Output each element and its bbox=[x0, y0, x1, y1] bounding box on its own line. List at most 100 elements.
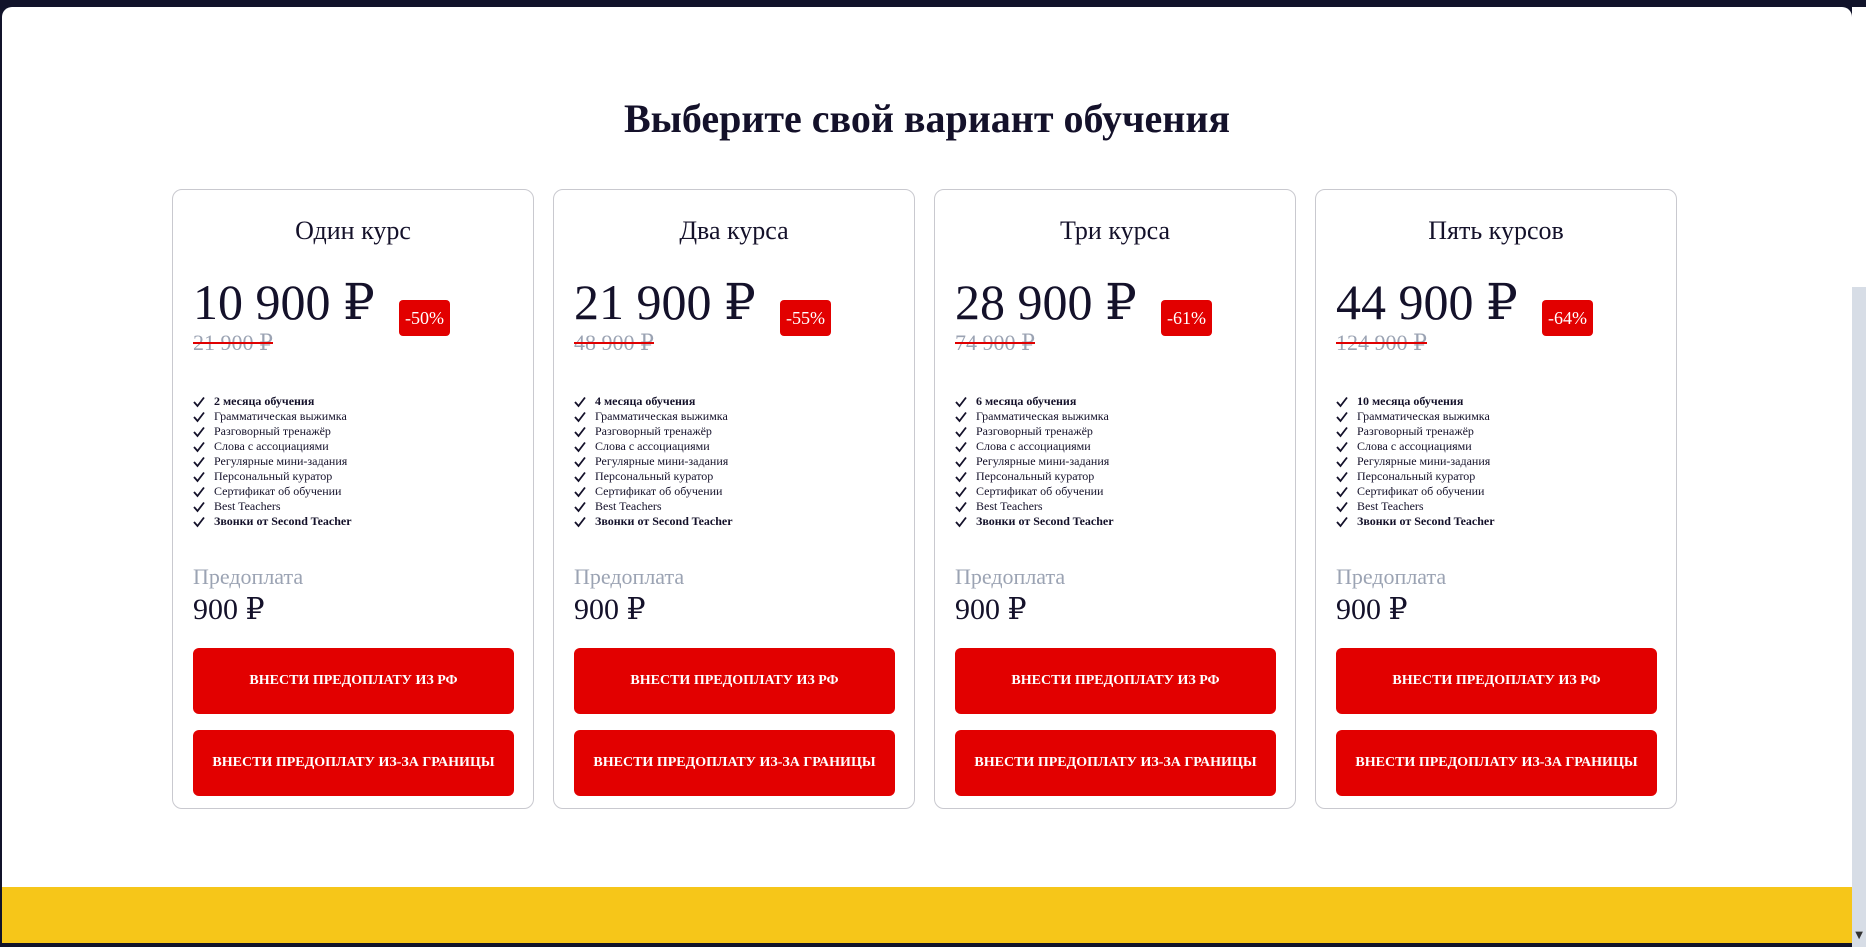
chevron-down-icon[interactable]: ▼ bbox=[1855, 931, 1863, 941]
feature-text: Персональный куратор bbox=[214, 469, 333, 483]
prepay-abroad-button[interactable]: ВНЕСТИ ПРЕДОПЛАТУ ИЗ-ЗА ГРАНИЦЫ bbox=[1336, 730, 1657, 796]
check-icon bbox=[1336, 456, 1348, 467]
feature-text: Best Teachers bbox=[595, 499, 662, 513]
plan-old-price: 74 900 ₽ bbox=[955, 330, 1035, 355]
feature-text: Разговорный тренажёр bbox=[976, 424, 1093, 438]
feature-text: Best Teachers bbox=[976, 499, 1043, 513]
check-icon bbox=[955, 441, 967, 452]
check-icon bbox=[193, 486, 205, 497]
feature-text: Звонки от Second Teacher bbox=[595, 514, 733, 528]
feature-list: 2 месяца обучения Грамматическая выжимка Р… bbox=[193, 394, 352, 529]
check-icon bbox=[574, 471, 586, 482]
plan-title: Один курс bbox=[295, 216, 411, 245]
feature-text: Сертификат об обучении bbox=[595, 484, 723, 498]
prepay-abroad-button[interactable]: ВНЕСТИ ПРЕДОПЛАТУ ИЗ-ЗА ГРАНИЦЫ bbox=[955, 730, 1276, 796]
check-icon bbox=[574, 411, 586, 422]
prepay-label: Предоплата bbox=[1336, 564, 1447, 589]
feature-text: 2 месяца обучения bbox=[214, 394, 315, 408]
feature-item: Регулярные мини-задания bbox=[1336, 454, 1495, 469]
feature-text: Разговорный тренажёр bbox=[595, 424, 712, 438]
feature-item: Best Teachers bbox=[1336, 499, 1495, 514]
feature-item: Персональный куратор bbox=[1336, 469, 1495, 484]
feature-item: Звонки от Second Teacher bbox=[1336, 514, 1495, 529]
scrollbar[interactable]: ▼ bbox=[1852, 7, 1866, 947]
plan-price: 21 900 ₽ bbox=[574, 274, 756, 330]
check-icon bbox=[574, 456, 586, 467]
prepay-label: Предоплата bbox=[193, 564, 304, 589]
feature-item: Best Teachers bbox=[193, 499, 352, 514]
prepay-rf-button[interactable]: ВНЕСТИ ПРЕДОПЛАТУ ИЗ РФ bbox=[1336, 648, 1657, 714]
feature-item: Грамматическая выжимка bbox=[193, 409, 352, 424]
pricing-card: Один курс 10 900 ₽ 21 900 ₽ -50% 2 месяц… bbox=[172, 189, 534, 809]
check-icon bbox=[1336, 486, 1348, 497]
check-icon bbox=[1336, 501, 1348, 512]
feature-list: 10 месяца обучения Грамматическая выжимка… bbox=[1336, 394, 1495, 529]
feature-item: Сертификат об обучении bbox=[1336, 484, 1495, 499]
feature-item: 4 месяца обучения bbox=[574, 394, 733, 409]
feature-item: Персональный куратор bbox=[955, 469, 1114, 484]
prepay-amount: 900 ₽ bbox=[955, 593, 1027, 626]
feature-item: Грамматическая выжимка bbox=[1336, 409, 1495, 424]
feature-text: Регулярные мини-задания bbox=[976, 454, 1110, 468]
pricing-card: Три курса 28 900 ₽ 74 900 ₽ -61% 6 месяц… bbox=[934, 189, 1296, 809]
prepay-amount: 900 ₽ bbox=[193, 593, 265, 626]
discount-badge: -55% bbox=[780, 300, 831, 336]
feature-text: Слова с ассоциациями bbox=[976, 439, 1091, 453]
feature-text: Звонки от Second Teacher bbox=[214, 514, 352, 528]
feature-text: Сертификат об обучении bbox=[1357, 484, 1485, 498]
feature-text: Сертификат об обучении bbox=[976, 484, 1104, 498]
feature-text: 4 месяца обучения bbox=[595, 394, 696, 408]
window-top-bar bbox=[0, 0, 1866, 7]
check-icon bbox=[574, 396, 586, 407]
feature-text: Персональный куратор bbox=[595, 469, 714, 483]
feature-text: Best Teachers bbox=[1357, 499, 1424, 513]
prepay-label: Предоплата bbox=[955, 564, 1066, 589]
prepay-rf-button[interactable]: ВНЕСТИ ПРЕДОПЛАТУ ИЗ РФ bbox=[193, 648, 514, 714]
feature-item: 6 месяца обучения bbox=[955, 394, 1114, 409]
plan-old-price: 21 900 ₽ bbox=[193, 330, 273, 355]
prepay-label: Предоплата bbox=[574, 564, 685, 589]
check-icon bbox=[955, 486, 967, 497]
feature-text: Сертификат об обучении bbox=[214, 484, 342, 498]
check-icon bbox=[1336, 396, 1348, 407]
plan-title: Пять курсов bbox=[1428, 216, 1564, 245]
discount-badge: -61% bbox=[1161, 300, 1212, 336]
feature-item: Разговорный тренажёр bbox=[193, 424, 352, 439]
feature-text: Звонки от Second Teacher bbox=[1357, 514, 1495, 528]
feature-text: Грамматическая выжимка bbox=[1357, 409, 1490, 423]
plan-price: 10 900 ₽ bbox=[193, 274, 375, 330]
feature-text: Грамматическая выжимка bbox=[595, 409, 728, 423]
plan-old-price: 124 900 ₽ bbox=[1336, 330, 1427, 355]
next-section-band bbox=[2, 887, 1852, 943]
plan-price: 28 900 ₽ bbox=[955, 274, 1137, 330]
check-icon bbox=[955, 411, 967, 422]
scrollbar-thumb[interactable] bbox=[1852, 287, 1866, 947]
feature-item: Персональный куратор bbox=[574, 469, 733, 484]
check-icon bbox=[1336, 516, 1348, 527]
feature-item: Регулярные мини-задания bbox=[955, 454, 1114, 469]
feature-text: Best Teachers bbox=[214, 499, 281, 513]
check-icon bbox=[193, 441, 205, 452]
check-icon bbox=[955, 501, 967, 512]
pricing-card: Два курса 21 900 ₽ 48 900 ₽ -55% 4 месяц… bbox=[553, 189, 915, 809]
feature-item: Слова с ассоциациями bbox=[955, 439, 1114, 454]
check-icon bbox=[193, 501, 205, 512]
check-icon bbox=[1336, 426, 1348, 437]
feature-item: Сертификат об обучении bbox=[955, 484, 1114, 499]
check-icon bbox=[574, 486, 586, 497]
feature-text: 10 месяца обучения bbox=[1357, 394, 1464, 408]
pricing-card: Пять курсов 44 900 ₽ 124 900 ₽ -64% 10 м… bbox=[1315, 189, 1677, 809]
prepay-abroad-button[interactable]: ВНЕСТИ ПРЕДОПЛАТУ ИЗ-ЗА ГРАНИЦЫ bbox=[193, 730, 514, 796]
prepay-abroad-button[interactable]: ВНЕСТИ ПРЕДОПЛАТУ ИЗ-ЗА ГРАНИЦЫ bbox=[574, 730, 895, 796]
feature-item: Сертификат об обучении bbox=[574, 484, 733, 499]
check-icon bbox=[574, 501, 586, 512]
feature-item: Грамматическая выжимка bbox=[574, 409, 733, 424]
check-icon bbox=[193, 456, 205, 467]
feature-item: Разговорный тренажёр bbox=[574, 424, 733, 439]
prepay-rf-button[interactable]: ВНЕСТИ ПРЕДОПЛАТУ ИЗ РФ bbox=[574, 648, 895, 714]
feature-item: Регулярные мини-задания bbox=[193, 454, 352, 469]
plan-price: 44 900 ₽ bbox=[1336, 274, 1518, 330]
feature-item: Слова с ассоциациями bbox=[193, 439, 352, 454]
prepay-rf-button[interactable]: ВНЕСТИ ПРЕДОПЛАТУ ИЗ РФ bbox=[955, 648, 1276, 714]
feature-item: Звонки от Second Teacher bbox=[574, 514, 733, 529]
